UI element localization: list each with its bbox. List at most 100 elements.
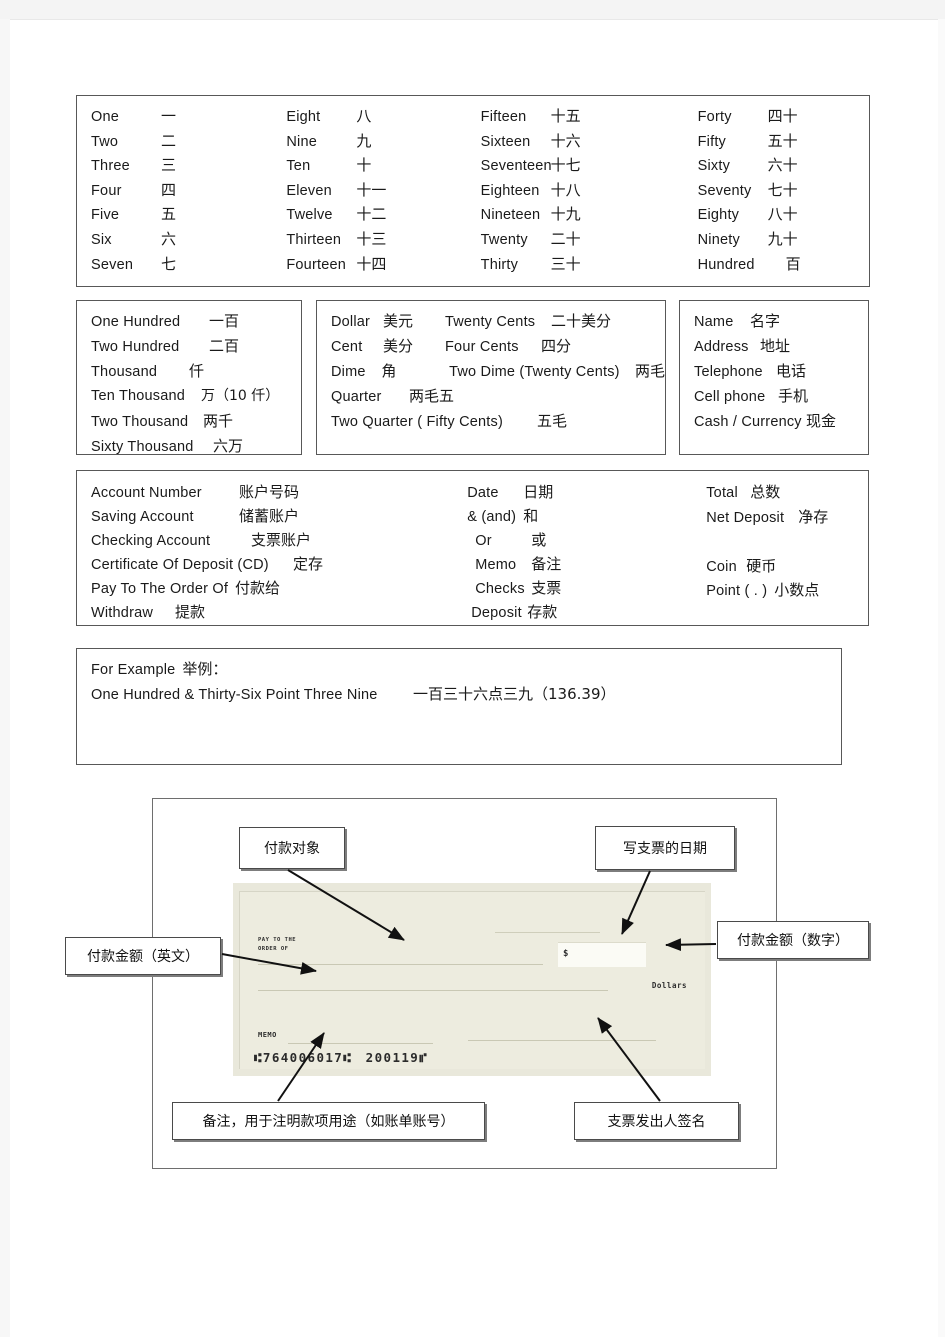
term-en: Fifty — [697, 133, 727, 150]
term-en: Checking Account — [91, 533, 211, 549]
term-zh: 名字 — [750, 312, 781, 330]
callout-payee: 付款对象 — [239, 827, 345, 869]
banking-column-3: Total 总数 Net Deposit 净存 Coin 硬币 Point ( . )… — [688, 471, 868, 625]
term-zh: 十 — [356, 156, 372, 175]
numbers-column-2: Eight 八 Nine 九 Ten 十 Eleven 十一 Twelve 十二 Thir… — [272, 96, 458, 286]
term-en: Two Thousand — [91, 414, 189, 430]
term-zh: 五 — [161, 205, 177, 224]
term-zh: 十五 — [550, 107, 581, 125]
term-zh: 六 — [161, 229, 177, 248]
term-en: Ten — [286, 158, 311, 175]
vocab-row: Net Deposit 净存 — [706, 506, 868, 531]
numbers-column-4: Forty 四十 Fifty 五十 Sixty 六十 Seventy 七十 Eighty… — [676, 96, 869, 286]
vocab-row: Checking Account 支票账户 — [91, 529, 409, 553]
term-en: Ten Thousand — [91, 388, 186, 404]
date-line[interactable] — [495, 932, 600, 933]
term-en: Or — [475, 533, 492, 549]
term-zh: 一百 — [209, 312, 240, 330]
vocab-row: Eighteen 十八 — [481, 179, 676, 204]
banking-column-2: Date 日期 & (and) 和 Or 或 Memo 备注 Checks 支票 Depo… — [409, 471, 688, 625]
pay-to-the-line2: ORDER OF — [258, 945, 289, 952]
term-en: Thirteen — [286, 231, 342, 248]
vocab-row: Pay To The Order Of 付款给 — [91, 577, 409, 601]
example-heading-row: For Example 举例： — [91, 658, 841, 683]
example-value-row: One Hundred & Thirty-Six Point Three Nin… — [91, 683, 841, 708]
term-zh: 八十 — [767, 205, 798, 224]
vocab-row: Certificate Of Deposit (CD) 定存 — [91, 553, 409, 577]
term-en: Checks — [475, 581, 525, 597]
vocab-row: Seven 七 — [91, 253, 272, 278]
term-en: Three — [91, 158, 130, 175]
term-zh: 仟 — [189, 362, 205, 380]
term-zh: 六十 — [767, 156, 798, 175]
term-zh: 电话 — [776, 362, 807, 380]
amount-words-line[interactable] — [258, 990, 608, 991]
term-en: Dime — [331, 364, 366, 380]
term-zh: 或 — [531, 531, 547, 549]
term-en: Two Quarter ( Fifty Cents) — [331, 414, 503, 430]
term-zh: 二十 — [550, 229, 581, 248]
vocab-row: Telephone 电话 — [694, 360, 868, 385]
term-zh: 一 — [161, 107, 177, 125]
term-en: Account Number — [91, 485, 202, 501]
term-zh: 提款 — [175, 603, 206, 621]
term-en: Point ( . ) — [706, 583, 768, 599]
term-zh: 六万 — [213, 437, 244, 455]
term-zh: 十一 — [356, 180, 387, 199]
term-en-2: Twenty Cents — [445, 314, 536, 330]
term-en: Withdraw — [91, 605, 154, 621]
vocab-row: Memo 备注 — [467, 553, 688, 577]
dollars-label: Dollars — [651, 981, 687, 990]
vocab-row: Five 五 — [91, 203, 272, 228]
term-zh: 存款 — [527, 603, 558, 621]
term-en: Seven — [91, 256, 134, 273]
term-zh: 四十 — [767, 107, 798, 125]
numbers-column-3: Fifteen 十五 Sixteen 十六 Seventeen 十七 Eighteen… — [459, 96, 676, 286]
term-zh: 十二 — [356, 205, 387, 224]
vocab-row: Sixteen 十六 — [481, 130, 676, 155]
micr-routing-number: ⑆764006017⑆ — [254, 1050, 353, 1065]
vocab-row: Or 或 — [467, 529, 688, 553]
money-units-box: Dollar 美元 Twenty Cents 二十美分 Cent 美分 Four… — [316, 300, 666, 455]
amount-numeric-field[interactable]: $ — [558, 942, 646, 967]
term-zh: 日期 — [523, 483, 554, 501]
term-zh: 十八 — [550, 180, 581, 199]
term-en: Seventy — [697, 182, 752, 199]
term-en: Sixty Thousand — [91, 439, 194, 455]
term-zh: 二百 — [209, 337, 240, 355]
term-zh: 付款给 — [235, 579, 281, 597]
vocab-row: Fourteen 十四 — [286, 253, 458, 278]
term-zh: 七十 — [767, 180, 798, 199]
page-right-edge — [938, 19, 945, 1337]
term-en: Fourteen — [286, 256, 346, 273]
term-en: Cell phone — [694, 389, 766, 405]
banking-column-1: Account Number 账户号码 Saving Account 储蓄账户 Ch… — [77, 471, 409, 625]
vocab-row: Ten Thousand 万（10 仟） — [91, 385, 301, 410]
term-zh-2: 两毛 — [634, 362, 665, 380]
vocab-row: Thirteen 十三 — [286, 228, 458, 253]
term-en: & (and) — [467, 509, 517, 525]
vocab-row: Address 地址 — [694, 335, 868, 360]
example-heading-zh: 举例： — [182, 660, 228, 678]
term-en: Two Hundred — [91, 339, 180, 355]
payee-line[interactable] — [258, 964, 543, 965]
example-heading-en: For Example — [91, 662, 176, 678]
term-en: Eight — [286, 109, 321, 125]
term-zh: 十四 — [356, 254, 387, 273]
memo-line[interactable] — [288, 1043, 433, 1044]
term-en: Hundred — [697, 256, 755, 273]
term-zh: 现金 — [806, 412, 837, 430]
term-zh: 十六 — [550, 131, 581, 150]
vocab-row: Thirty 三十 — [481, 253, 676, 278]
vocab-row: Two Hundred 二百 — [91, 335, 301, 360]
vocab-row: Fifty 五十 — [698, 130, 869, 155]
vocab-row: Dollar 美元 Twenty Cents 二十美分 — [331, 310, 665, 335]
term-zh: 总数 — [750, 483, 781, 501]
term-zh: 地址 — [760, 337, 791, 355]
vocab-row: Seventy 七十 — [698, 179, 869, 204]
vocab-row: Two 二 — [91, 130, 272, 155]
callout-date: 写支票的日期 — [595, 826, 735, 870]
signature-line[interactable] — [468, 1040, 656, 1041]
callout-amount-written: 付款金额（英文） — [65, 937, 221, 975]
vocab-row: Cell phone 手机 — [694, 385, 868, 410]
